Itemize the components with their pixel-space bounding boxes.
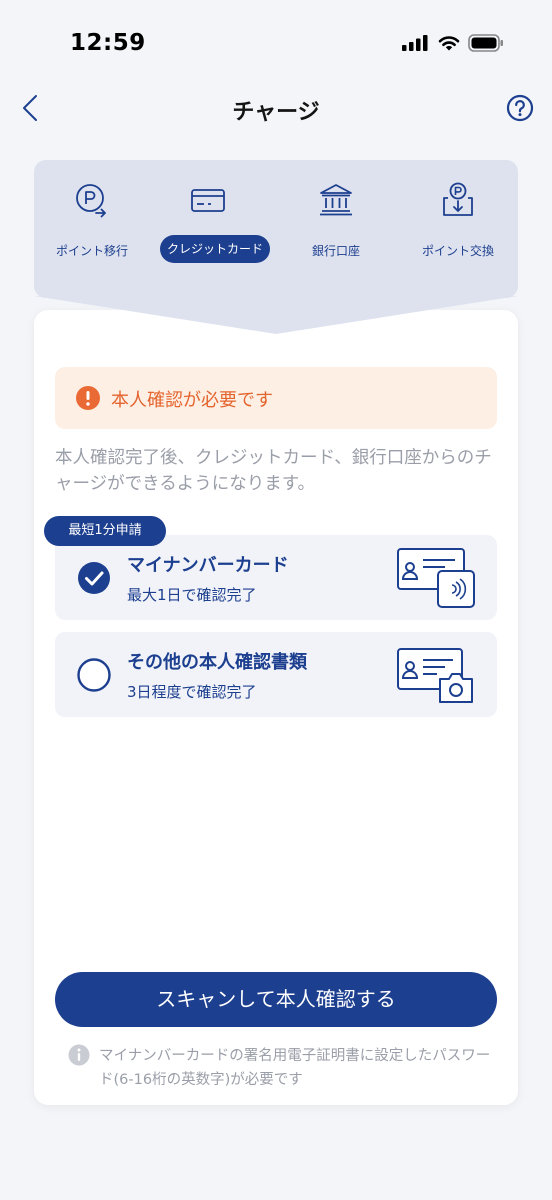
option-subtitle: 3日程度で確認完了 <box>127 683 257 701</box>
point-transfer-icon <box>76 184 106 218</box>
option-title: その他の本人確認書類 <box>127 652 307 673</box>
page-title: チャージ <box>232 100 320 125</box>
radio-unchecked-icon <box>77 658 111 692</box>
tab-label: ポイント移行 <box>55 244 128 258</box>
battery-icon <box>468 34 503 52</box>
exclamation-circle-icon <box>76 386 100 410</box>
option-subtitle: 最大1日で確認完了 <box>127 586 257 604</box>
tab-label: クレジットカード <box>160 235 270 263</box>
scan-verify-button[interactable]: スキャンして本人確認する <box>55 972 497 1027</box>
option-my-number-card[interactable]: マイナンバーカード 最大1日で確認完了 <box>55 535 497 620</box>
tab-credit-card[interactable]: クレジットカード <box>150 174 270 284</box>
question-circle-icon <box>506 94 534 122</box>
point-exchange-icon <box>443 182 473 216</box>
description-text: 本人確認完了後、クレジットカード、銀行口座からのチャージができるようになります。 <box>55 448 492 494</box>
tab-point-transfer[interactable]: ポイント移行 <box>34 174 150 284</box>
tab-label: 銀行口座 <box>311 244 360 258</box>
card-notch <box>34 296 518 334</box>
charge-method-tabs: ポイント移行 クレジットカード 銀行口座 ポイント交換 <box>34 160 518 298</box>
status-time: 12:59 <box>70 30 146 56</box>
nav-bar: チャージ <box>0 84 552 132</box>
alert-text: 本人確認が必要です <box>111 390 273 411</box>
option-title: マイナンバーカード <box>127 555 289 576</box>
radio-checked-icon <box>78 562 110 594</box>
status-bar: 12:59 <box>0 0 552 80</box>
bank-icon <box>320 184 352 216</box>
tab-point-exchange[interactable]: ポイント交換 <box>400 174 516 284</box>
info-circle-icon <box>68 1044 90 1066</box>
cellular-signal-icon <box>402 35 428 51</box>
option-other-id-documents[interactable]: その他の本人確認書類 3日程度で確認完了 <box>55 632 497 717</box>
wifi-icon <box>438 36 460 51</box>
id-document-camera-icon <box>397 648 473 703</box>
credit-card-icon <box>191 189 225 212</box>
verification-required-alert: 本人確認が必要です <box>55 367 497 429</box>
note-text: マイナンバーカードの署名用電子証明書に設定したパスワード(6-16桁の英数字)が… <box>99 1048 491 1088</box>
status-icons <box>402 34 504 52</box>
tab-label: ポイント交換 <box>421 244 494 258</box>
fastest-badge: 最短1分申請 <box>44 516 166 546</box>
my-number-card-icon <box>397 548 475 608</box>
help-button[interactable] <box>506 94 534 122</box>
tab-bank-account[interactable]: 銀行口座 <box>278 174 394 284</box>
